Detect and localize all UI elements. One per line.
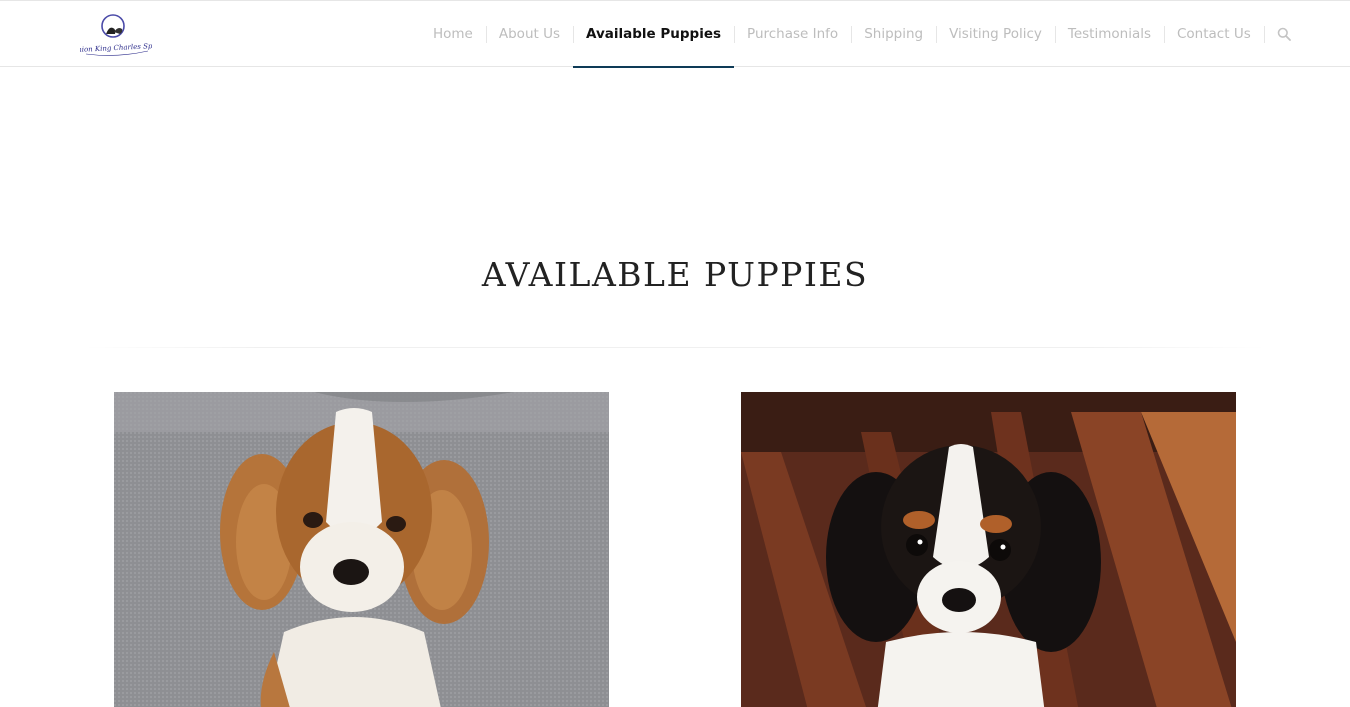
nav-visiting-policy[interactable]: Visiting Policy — [936, 1, 1055, 67]
site-logo[interactable]: Dominion King Charles Spaniels — [80, 12, 152, 62]
nav-testimonials[interactable]: Testimonials — [1054, 1, 1164, 67]
puppy-photo-tricolor — [741, 392, 1236, 707]
nav-shipping[interactable]: Shipping — [851, 1, 936, 67]
nav-home[interactable]: Home — [420, 1, 486, 67]
search-icon — [1277, 27, 1291, 41]
site-header: Dominion King Charles Spaniels Home Abou… — [0, 0, 1350, 68]
puppy-card-1[interactable] — [114, 392, 609, 707]
nav-purchase-info[interactable]: Purchase Info — [734, 1, 851, 67]
nav-available-puppies[interactable]: Available Puppies — [573, 1, 735, 68]
puppy-card-2[interactable] — [741, 392, 1236, 707]
nav-about-us[interactable]: About Us — [485, 1, 573, 67]
search-button[interactable] — [1263, 1, 1304, 67]
page-title: AVAILABLE PUPPIES — [481, 255, 869, 294]
logo-image: Dominion King Charles Spaniels — [80, 14, 152, 56]
title-divider — [85, 347, 1265, 348]
puppy-photo-blenheim — [114, 392, 609, 707]
nav-contact-us[interactable]: Contact Us — [1164, 1, 1264, 67]
main-nav: Home About Us Available Puppies Purchase… — [420, 1, 1304, 68]
logo-text: Dominion King Charles Spaniels — [80, 41, 152, 55]
